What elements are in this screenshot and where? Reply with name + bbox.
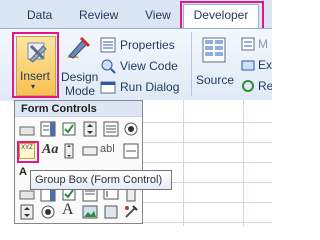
grid-line — [143, 162, 272, 163]
view-code-label: View Code — [120, 59, 178, 73]
run-dialog-label: Run Dialog — [120, 80, 180, 94]
activex-toggle-icon[interactable] — [103, 204, 119, 220]
form-controls-header: Form Controls — [15, 101, 142, 117]
properties-icon — [100, 37, 116, 53]
spin-button-icon[interactable] — [82, 121, 98, 137]
text-field-icon[interactable]: abl — [100, 143, 115, 155]
tab-review[interactable]: Review — [79, 6, 118, 24]
refresh-data-label: Ref — [258, 79, 272, 93]
group-box-tooltip: Group Box (Form Control) — [30, 170, 172, 190]
activex-image-icon[interactable] — [82, 204, 98, 220]
refresh-data-button[interactable]: Ref — [241, 79, 272, 95]
map-properties-button[interactable]: M — [241, 37, 272, 53]
grid-line — [143, 202, 272, 203]
list-box-icon[interactable] — [103, 121, 119, 137]
design-mode-label-line2: Mode — [65, 84, 96, 98]
activex-label-icon[interactable]: A — [62, 201, 74, 219]
scroll-bar-horizontal-icon[interactable] — [82, 143, 98, 159]
map-properties-icon — [241, 37, 255, 51]
expansion-packs-label: Exp — [258, 58, 272, 72]
combo-list-edit-icon[interactable] — [123, 143, 139, 159]
tab-view[interactable]: View — [145, 6, 171, 24]
grid-line — [143, 222, 272, 223]
refresh-icon — [242, 80, 254, 92]
expansion-packs-icon — [241, 60, 255, 71]
activex-spin-icon[interactable] — [19, 204, 35, 220]
developer-tab-highlight — [180, 1, 264, 31]
tab-data[interactable]: Data — [27, 6, 52, 24]
grid-line — [183, 100, 184, 226]
expansion-packs-button[interactable]: Exp — [241, 58, 272, 74]
properties-label: Properties — [120, 38, 175, 52]
source-label: Source — [196, 73, 235, 87]
properties-button[interactable]: Properties — [100, 37, 182, 53]
grid-line — [143, 122, 272, 123]
worksheet-area[interactable] — [143, 100, 272, 226]
map-properties-label: M — [258, 37, 268, 51]
label-control-icon[interactable]: Aa — [42, 142, 58, 158]
design-mode-label-line1: Design — [61, 70, 99, 84]
combo-box-icon[interactable] — [40, 121, 56, 137]
run-dialog-icon — [100, 81, 116, 94]
design-mode-icon — [67, 36, 91, 59]
check-box-icon[interactable] — [61, 121, 77, 137]
grid-line — [143, 142, 272, 143]
group-box-highlight — [17, 141, 39, 163]
group-separator — [191, 32, 192, 96]
option-button-icon[interactable] — [123, 121, 139, 137]
insert-button-highlight — [12, 32, 59, 98]
view-code-icon — [101, 59, 116, 74]
source-icon — [202, 37, 226, 63]
view-code-button[interactable]: View Code — [100, 58, 182, 74]
activex-header-partial: A — [19, 166, 27, 178]
more-controls-icon[interactable] — [123, 204, 139, 220]
button-control-icon[interactable] — [19, 122, 35, 138]
run-dialog-button[interactable]: Run Dialog — [100, 79, 190, 95]
source-button[interactable]: Source — [194, 34, 236, 96]
grid-line — [243, 100, 244, 226]
scroll-bar-icon[interactable] — [61, 143, 77, 159]
design-mode-button[interactable]: Design Mode — [59, 34, 99, 98]
activex-option-icon[interactable] — [40, 204, 56, 220]
